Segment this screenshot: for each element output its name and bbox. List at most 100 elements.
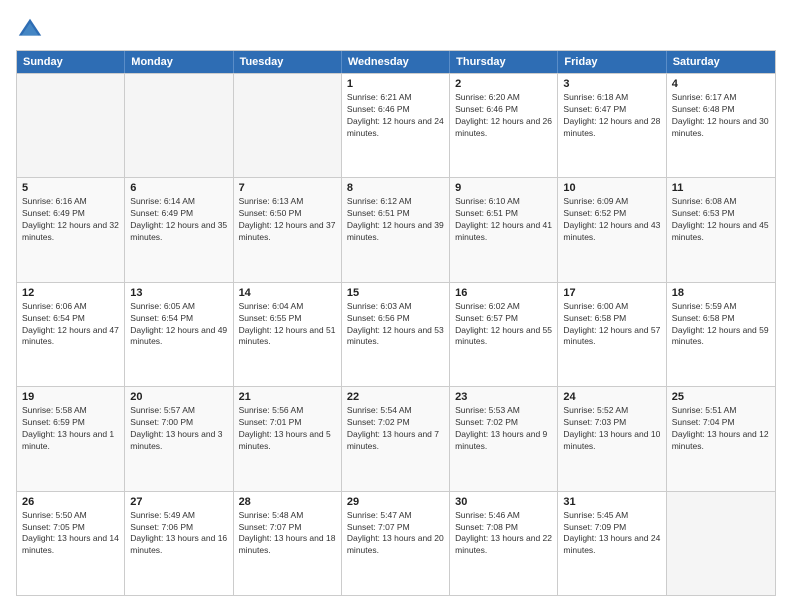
day-number: 14 <box>239 287 336 299</box>
day-number: 24 <box>563 391 660 403</box>
cal-cell: 15 Sunrise: 6:03 AMSunset: 6:56 PMDayligh… <box>342 283 450 386</box>
header <box>16 16 776 44</box>
day-number: 5 <box>22 182 119 194</box>
cal-cell: 14 Sunrise: 6:04 AMSunset: 6:55 PMDayligh… <box>234 283 342 386</box>
cell-info: Sunrise: 5:54 AMSunset: 7:02 PMDaylight:… <box>347 405 444 453</box>
day-number: 22 <box>347 391 444 403</box>
day-number: 7 <box>239 182 336 194</box>
day-number: 19 <box>22 391 119 403</box>
day-number: 4 <box>672 78 770 90</box>
cell-info: Sunrise: 6:00 AMSunset: 6:58 PMDaylight:… <box>563 301 660 349</box>
day-number: 23 <box>455 391 552 403</box>
cal-cell: 17 Sunrise: 6:00 AMSunset: 6:58 PMDayligh… <box>558 283 666 386</box>
cal-cell: 12Sunrise: 6:06 AMSunset: 6:54 PMDayligh… <box>17 283 125 386</box>
cell-info: Sunrise: 6:02 AMSunset: 6:57 PMDaylight:… <box>455 301 552 349</box>
cal-cell <box>234 74 342 177</box>
cell-info: Sunrise: 5:46 AMSunset: 7:08 PMDaylight:… <box>455 510 552 558</box>
cell-info: Sunrise: 5:53 AMSunset: 7:02 PMDaylight:… <box>455 405 552 453</box>
cell-info: Sunrise: 6:05 AMSunset: 6:54 PMDaylight:… <box>130 301 227 349</box>
cal-cell: 31 Sunrise: 5:45 AMSunset: 7:09 PMDayligh… <box>558 492 666 595</box>
day-number: 30 <box>455 496 552 508</box>
calendar-body: 1Sunrise: 6:21 AMSunset: 6:46 PMDaylight… <box>17 73 775 595</box>
day-number: 25 <box>672 391 770 403</box>
cal-cell: 24Sunrise: 5:52 AMSunset: 7:03 PMDayligh… <box>558 387 666 490</box>
cal-cell: 23 Sunrise: 5:53 AMSunset: 7:02 PMDayligh… <box>450 387 558 490</box>
cell-info: Sunrise: 6:14 AMSunset: 6:49 PMDaylight:… <box>130 196 227 244</box>
cell-info: Sunrise: 6:03 AMSunset: 6:56 PMDaylight:… <box>347 301 444 349</box>
cal-cell <box>667 492 775 595</box>
cal-cell <box>125 74 233 177</box>
day-number: 13 <box>130 287 227 299</box>
day-number: 2 <box>455 78 552 90</box>
cal-cell: 3 Sunrise: 6:18 AMSunset: 6:47 PMDaylight… <box>558 74 666 177</box>
cal-cell: 28 Sunrise: 5:48 AMSunset: 7:07 PMDayligh… <box>234 492 342 595</box>
week-row-1: 1Sunrise: 6:21 AMSunset: 6:46 PMDaylight… <box>17 73 775 177</box>
day-number: 29 <box>347 496 444 508</box>
cell-info: Sunrise: 5:57 AMSunset: 7:00 PMDaylight:… <box>130 405 227 453</box>
day-number: 8 <box>347 182 444 194</box>
cal-cell: 18 Sunrise: 5:59 AMSunset: 6:58 PMDayligh… <box>667 283 775 386</box>
week-row-5: 26 Sunrise: 5:50 AMSunset: 7:05 PMDayligh… <box>17 491 775 595</box>
header-day-sunday: Sunday <box>17 51 125 73</box>
cell-info: Sunrise: 5:59 AMSunset: 6:58 PMDaylight:… <box>672 301 770 349</box>
cal-cell: 6 Sunrise: 6:14 AMSunset: 6:49 PMDaylight… <box>125 178 233 281</box>
cal-cell: 22 Sunrise: 5:54 AMSunset: 7:02 PMDayligh… <box>342 387 450 490</box>
cell-info: Sunrise: 5:48 AMSunset: 7:07 PMDaylight:… <box>239 510 336 558</box>
cal-cell: 10Sunrise: 6:09 AMSunset: 6:52 PMDayligh… <box>558 178 666 281</box>
cell-info: Sunrise: 6:08 AMSunset: 6:53 PMDaylight:… <box>672 196 770 244</box>
header-day-thursday: Thursday <box>450 51 558 73</box>
day-number: 10 <box>563 182 660 194</box>
cal-cell: 5Sunrise: 6:16 AMSunset: 6:49 PMDaylight… <box>17 178 125 281</box>
header-day-saturday: Saturday <box>667 51 775 73</box>
cell-info: Sunrise: 6:18 AMSunset: 6:47 PMDaylight:… <box>563 92 660 140</box>
day-number: 28 <box>239 496 336 508</box>
cal-cell: 11 Sunrise: 6:08 AMSunset: 6:53 PMDayligh… <box>667 178 775 281</box>
cal-cell: 19Sunrise: 5:58 AMSunset: 6:59 PMDayligh… <box>17 387 125 490</box>
cal-cell <box>17 74 125 177</box>
day-number: 31 <box>563 496 660 508</box>
cal-cell: 8 Sunrise: 6:12 AMSunset: 6:51 PMDaylight… <box>342 178 450 281</box>
day-number: 18 <box>672 287 770 299</box>
cell-info: Sunrise: 6:20 AMSunset: 6:46 PMDaylight:… <box>455 92 552 140</box>
cal-cell: 21 Sunrise: 5:56 AMSunset: 7:01 PMDayligh… <box>234 387 342 490</box>
cell-info: Sunrise: 6:17 AMSunset: 6:48 PMDaylight:… <box>672 92 770 140</box>
cell-info: Sunrise: 5:50 AMSunset: 7:05 PMDaylight:… <box>22 510 119 558</box>
page: SundayMondayTuesdayWednesdayThursdayFrid… <box>0 0 792 612</box>
cell-info: Sunrise: 5:47 AMSunset: 7:07 PMDaylight:… <box>347 510 444 558</box>
cal-cell: 13 Sunrise: 6:05 AMSunset: 6:54 PMDayligh… <box>125 283 233 386</box>
header-day-wednesday: Wednesday <box>342 51 450 73</box>
header-day-friday: Friday <box>558 51 666 73</box>
day-number: 9 <box>455 182 552 194</box>
week-row-4: 19Sunrise: 5:58 AMSunset: 6:59 PMDayligh… <box>17 386 775 490</box>
cell-info: Sunrise: 6:06 AMSunset: 6:54 PMDaylight:… <box>22 301 119 349</box>
logo <box>16 16 48 44</box>
day-number: 3 <box>563 78 660 90</box>
cal-cell: 7Sunrise: 6:13 AMSunset: 6:50 PMDaylight… <box>234 178 342 281</box>
week-row-2: 5Sunrise: 6:16 AMSunset: 6:49 PMDaylight… <box>17 177 775 281</box>
cell-info: Sunrise: 6:12 AMSunset: 6:51 PMDaylight:… <box>347 196 444 244</box>
cal-cell: 29 Sunrise: 5:47 AMSunset: 7:07 PMDayligh… <box>342 492 450 595</box>
day-number: 17 <box>563 287 660 299</box>
cal-cell: 16 Sunrise: 6:02 AMSunset: 6:57 PMDayligh… <box>450 283 558 386</box>
day-number: 11 <box>672 182 770 194</box>
day-number: 15 <box>347 287 444 299</box>
cal-cell: 1Sunrise: 6:21 AMSunset: 6:46 PMDaylight… <box>342 74 450 177</box>
cell-info: Sunrise: 5:49 AMSunset: 7:06 PMDaylight:… <box>130 510 227 558</box>
cell-info: Sunrise: 5:51 AMSunset: 7:04 PMDaylight:… <box>672 405 770 453</box>
logo-icon <box>16 16 44 44</box>
day-number: 27 <box>130 496 227 508</box>
cell-info: Sunrise: 6:04 AMSunset: 6:55 PMDaylight:… <box>239 301 336 349</box>
day-number: 20 <box>130 391 227 403</box>
cal-cell: 30 Sunrise: 5:46 AMSunset: 7:08 PMDayligh… <box>450 492 558 595</box>
header-day-monday: Monday <box>125 51 233 73</box>
cal-cell: 9 Sunrise: 6:10 AMSunset: 6:51 PMDaylight… <box>450 178 558 281</box>
day-number: 16 <box>455 287 552 299</box>
cell-info: Sunrise: 5:56 AMSunset: 7:01 PMDaylight:… <box>239 405 336 453</box>
cell-info: Sunrise: 5:45 AMSunset: 7:09 PMDaylight:… <box>563 510 660 558</box>
day-number: 26 <box>22 496 119 508</box>
day-number: 1 <box>347 78 444 90</box>
day-number: 21 <box>239 391 336 403</box>
cell-info: Sunrise: 6:10 AMSunset: 6:51 PMDaylight:… <box>455 196 552 244</box>
calendar: SundayMondayTuesdayWednesdayThursdayFrid… <box>16 50 776 596</box>
day-number: 6 <box>130 182 227 194</box>
